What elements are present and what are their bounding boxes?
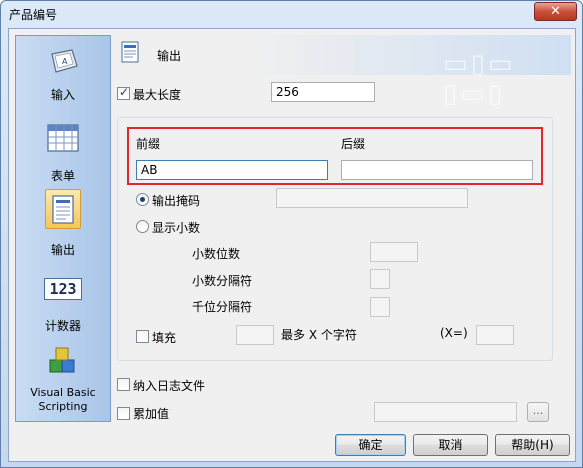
accumulate-label: 累加值: [133, 407, 170, 421]
vb-cubes-icon: [49, 347, 75, 373]
fill-label: 填充: [152, 331, 177, 345]
sidebar-item-input[interactable]: A 输入: [16, 36, 110, 106]
table-grid-icon: [47, 124, 79, 152]
sidebar-item-form[interactable]: 表单: [16, 112, 110, 183]
fill-x-input[interactable]: [476, 325, 514, 345]
show-decimal-label: 显示小数: [152, 221, 201, 235]
decimal-separator-input[interactable]: [370, 269, 390, 289]
fill-max-label: 最多 X 个字符: [281, 328, 357, 342]
sidebar-item-vbscript[interactable]: Visual Basic Scripting: [16, 340, 110, 420]
decimal-places-label: 小数位数: [192, 247, 241, 261]
suffix-label: 后缀: [341, 137, 366, 151]
sidebar-item-output[interactable]: 输出: [16, 186, 110, 257]
show-decimal-radio[interactable]: [136, 220, 149, 233]
decorative-watermark: ▭▯▭ ▯▭▯: [443, 49, 516, 109]
sidebar-item-label: Visual Basic Scripting: [30, 386, 96, 413]
output-mask-label: 输出掩码: [152, 194, 201, 208]
decimal-places-input[interactable]: [370, 242, 418, 262]
max-length-checkbox[interactable]: [117, 85, 130, 100]
thousands-separator-label: 千位分隔符: [192, 300, 253, 314]
fill-x-label: (X=): [440, 326, 468, 340]
fill-char-input[interactable]: [236, 325, 274, 345]
title-bar[interactable]: 产品编号 ✕: [1, 1, 582, 27]
sidebar-item-label: 计数器: [44, 319, 81, 333]
counter-123-icon: 123: [44, 278, 82, 300]
decimal-separator-label: 小数分隔符: [192, 274, 253, 288]
prefix-input[interactable]: AB: [136, 160, 328, 180]
close-button[interactable]: ✕: [534, 2, 577, 21]
sidebar-item-label: 表单: [50, 169, 75, 183]
window-title: 产品编号: [9, 8, 58, 22]
accumulate-input[interactable]: [374, 402, 517, 422]
max-length-label: 最大长度: [133, 88, 182, 102]
prefix-label: 前缀: [136, 137, 161, 151]
accumulate-browse-button[interactable]: ...: [527, 402, 549, 422]
output-mask-input[interactable]: [276, 188, 468, 208]
dialog-client-area: A 输入 表单 输出 123 计数器 Visual Basic Scriptin…: [8, 28, 576, 462]
accumulate-checkbox[interactable]: [117, 407, 130, 420]
output-document-icon: [52, 195, 74, 224]
sidebar: A 输入 表单 输出 123 计数器 Visual Basic Scriptin…: [15, 35, 111, 422]
page-title: 输出: [157, 49, 182, 63]
keyboard-key-icon: A: [51, 49, 78, 73]
help-button[interactable]: 帮助(H): [495, 434, 570, 456]
fill-checkbox[interactable]: [136, 330, 149, 343]
output-mask-radio[interactable]: [136, 193, 149, 206]
page-header: ▭▯▭ ▯▭▯: [113, 35, 571, 109]
suffix-input[interactable]: [341, 160, 533, 180]
ok-button[interactable]: 确定: [335, 434, 406, 456]
log-file-checkbox[interactable]: [117, 378, 130, 391]
max-length-input[interactable]: 256: [271, 82, 375, 102]
svg-text:A: A: [62, 57, 68, 66]
log-file-label: 纳入日志文件: [133, 379, 206, 393]
sidebar-item-counter[interactable]: 123 计数器: [16, 266, 110, 336]
cancel-button[interactable]: 取消: [413, 434, 488, 456]
sidebar-item-label: 输出: [50, 243, 75, 257]
thousands-separator-input[interactable]: [370, 297, 390, 317]
output-page-icon: [121, 41, 139, 63]
dialog-window: 产品编号 ✕ A 输入 表单 输出 123 计数器 Visual Basic S…: [0, 0, 583, 468]
sidebar-item-label: 输入: [50, 88, 75, 102]
